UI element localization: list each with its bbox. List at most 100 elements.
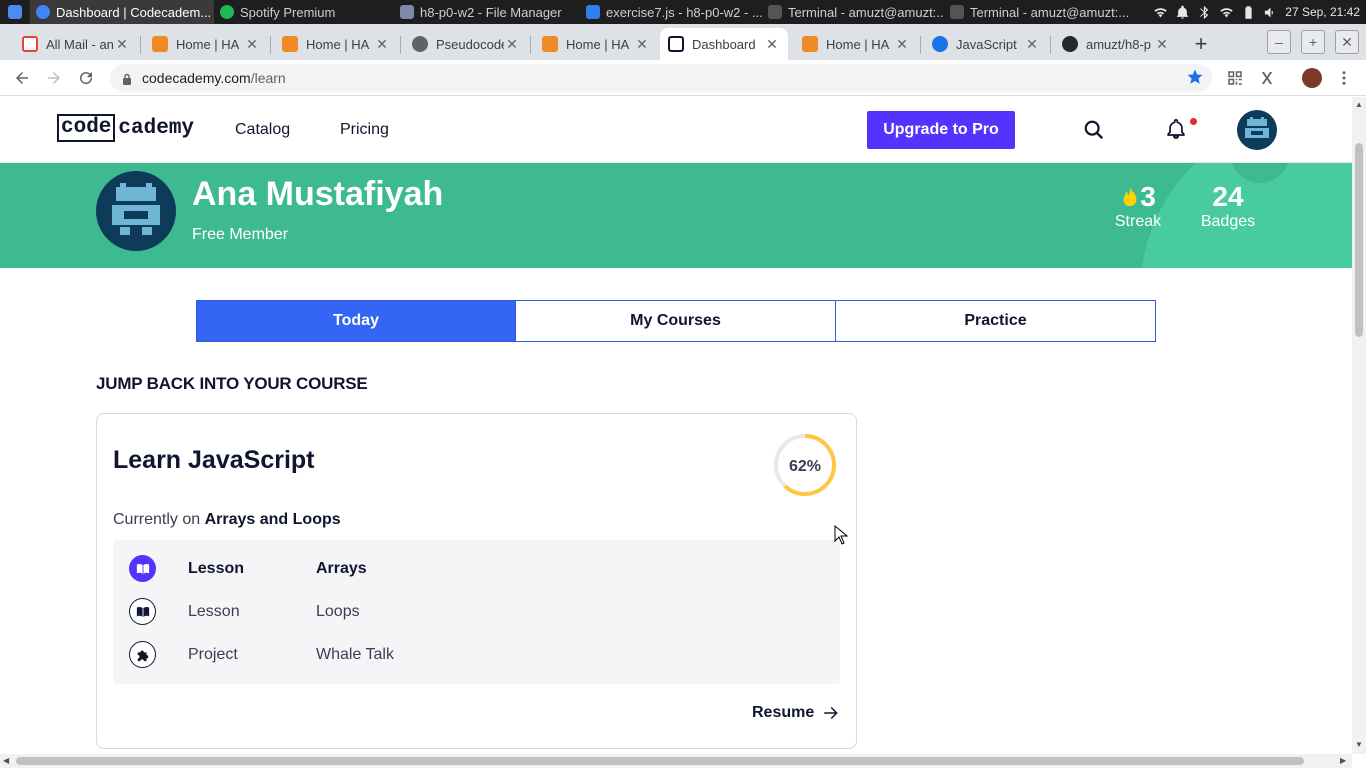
lesson-item-loops[interactable]: Lesson Loops xyxy=(113,594,840,630)
close-tab-icon[interactable]: ✕ xyxy=(244,36,260,53)
close-tab-icon[interactable]: ✕ xyxy=(374,36,390,53)
flame-icon xyxy=(1123,186,1137,207)
qr-code-icon xyxy=(1228,71,1242,85)
hacktiv8-icon xyxy=(802,36,818,52)
tab-divider xyxy=(140,36,141,54)
close-tab-icon[interactable]: ✕ xyxy=(894,36,910,53)
vertical-scrollbar[interactable]: ▲ ▼ xyxy=(1352,97,1366,754)
arrow-right-icon xyxy=(824,707,838,719)
lesson-list: Lesson Arrays Lesson Loops Project Whale… xyxy=(113,540,840,684)
bluetooth-icon[interactable] xyxy=(1197,5,1212,20)
logo-cademy-text: cademy xyxy=(118,116,195,140)
minimize-window-button[interactable]: – xyxy=(1267,30,1291,54)
badges-label: Badges xyxy=(1200,213,1256,230)
address-bar[interactable]: codecademy.com/learn xyxy=(110,64,1212,92)
qr-extension-button[interactable] xyxy=(1223,66,1247,90)
tab-my-courses[interactable]: My Courses xyxy=(515,300,836,342)
wifi-icon[interactable] xyxy=(1153,5,1168,20)
scroll-down-icon[interactable]: ▼ xyxy=(1355,740,1363,749)
taskbar-window-2[interactable]: h8-p0-w2 - File Manager xyxy=(394,0,580,24)
tab-today[interactable]: Today xyxy=(196,300,516,342)
back-button[interactable] xyxy=(10,66,34,90)
tab-title: Home | HA xyxy=(176,36,240,52)
tab-practice[interactable]: Practice xyxy=(835,300,1156,342)
reload-icon xyxy=(80,72,93,85)
close-tab-icon[interactable]: ✕ xyxy=(504,36,520,53)
battery-icon[interactable] xyxy=(1241,5,1256,20)
minimize-icon: – xyxy=(1275,34,1283,50)
scroll-right-icon[interactable]: ▶ xyxy=(1340,756,1346,765)
profile-avatar-large[interactable] xyxy=(96,171,176,251)
close-tab-icon[interactable]: ✕ xyxy=(1024,36,1040,53)
scroll-left-icon[interactable]: ◀ xyxy=(3,756,9,765)
new-tab-button[interactable]: + xyxy=(1186,28,1216,60)
resume-button[interactable]: Resume xyxy=(752,704,840,722)
lesson-item-arrays[interactable]: Lesson Arrays xyxy=(113,551,840,587)
browser-tab-6[interactable]: Home | HA ✕ xyxy=(794,28,918,60)
reload-button[interactable] xyxy=(74,66,98,90)
section-heading: JUMP BACK INTO YOUR COURSE xyxy=(96,374,368,393)
codecademy-logo[interactable]: code cademy xyxy=(57,114,194,142)
taskbar-window-label: h8-p0-w2 - File Manager xyxy=(420,4,562,20)
user-avatar-button[interactable] xyxy=(1237,110,1277,150)
profile-button[interactable] xyxy=(1300,66,1324,90)
nav-catalog[interactable]: Catalog xyxy=(235,121,290,139)
search-icon[interactable] xyxy=(1083,119,1105,146)
url-host: codecademy.com xyxy=(142,70,251,86)
tab-title: Dashboard xyxy=(692,36,756,52)
horizontal-scrollbar[interactable]: ◀ ▶ xyxy=(0,754,1352,768)
robot-avatar-icon xyxy=(112,183,160,235)
close-icon: ✕ xyxy=(1341,33,1353,50)
close-tab-icon[interactable]: ✕ xyxy=(1154,36,1170,53)
scrollbar-thumb[interactable] xyxy=(1355,143,1363,337)
browser-tab-3[interactable]: Pseudocode ✕ xyxy=(404,28,528,60)
bookmark-star-icon[interactable] xyxy=(1186,68,1204,89)
nav-pricing[interactable]: Pricing xyxy=(340,121,389,139)
taskbar-window-5[interactable]: Terminal - amuzt@amuzt:... xyxy=(944,0,1130,24)
browser-tab-7[interactable]: JavaScript ✕ xyxy=(924,28,1048,60)
scrollbar-thumb[interactable] xyxy=(16,757,1304,765)
taskbar-window-4[interactable]: Terminal - amuzt@amuzt:... xyxy=(762,0,944,24)
tab-divider xyxy=(400,36,401,54)
os-menu-button[interactable] xyxy=(0,0,30,24)
profile-name: Ana Mustafiyah xyxy=(192,175,444,213)
browser-tab-strip: All Mail - an ✕ Home | HA ✕ Home | HA ✕ … xyxy=(0,24,1366,60)
browser-tab-4[interactable]: Home | HA ✕ xyxy=(534,28,658,60)
close-window-button[interactable]: ✕ xyxy=(1335,30,1359,54)
browser-toolbar: codecademy.com/learn xyxy=(0,60,1366,96)
taskbar-window-0[interactable]: Dashboard | Codecadem... xyxy=(30,0,214,24)
maximize-window-button[interactable]: + xyxy=(1301,30,1325,54)
streak-stat[interactable]: 3 Streak xyxy=(1110,181,1166,231)
notifications-bell-icon[interactable] xyxy=(1165,118,1187,145)
close-tab-icon[interactable]: ✕ xyxy=(114,36,130,53)
forward-button[interactable] xyxy=(42,66,66,90)
network-icon[interactable] xyxy=(1219,5,1234,20)
browser-tab-1[interactable]: Home | HA ✕ xyxy=(144,28,268,60)
taskbar-window-label: exercise7.js - h8-p0-w2 - ... xyxy=(606,4,762,20)
scroll-up-icon[interactable]: ▲ xyxy=(1355,100,1363,109)
resume-label: Resume xyxy=(752,704,815,721)
taskbar-window-3[interactable]: exercise7.js - h8-p0-w2 - ... xyxy=(580,0,762,24)
tab-title: JavaScript xyxy=(956,36,1017,52)
tab-title: Home | HA xyxy=(566,36,630,52)
notification-bell-icon[interactable] xyxy=(1175,5,1190,20)
browser-menu-button[interactable] xyxy=(1332,66,1356,90)
course-title[interactable]: Learn JavaScript xyxy=(113,446,315,475)
plus-icon: + xyxy=(1194,31,1208,56)
close-tab-icon[interactable]: ✕ xyxy=(764,36,780,53)
close-tab-icon[interactable]: ✕ xyxy=(634,36,650,53)
system-clock[interactable]: 27 Sep, 21:42 xyxy=(1285,5,1360,19)
browser-tab-0[interactable]: All Mail - an ✕ xyxy=(14,28,138,60)
taskbar-window-1[interactable]: Spotify Premium xyxy=(214,0,394,24)
upgrade-to-pro-button[interactable]: Upgrade to Pro xyxy=(867,111,1015,149)
x-extension-button[interactable] xyxy=(1255,66,1279,90)
project-item-whale-talk[interactable]: Project Whale Talk xyxy=(113,637,840,673)
badges-stat[interactable]: 24 Badges xyxy=(1196,181,1260,231)
taskbar-window-label: Spotify Premium xyxy=(240,4,336,20)
volume-icon[interactable] xyxy=(1263,5,1278,20)
os-taskbar: Dashboard | Codecadem... Spotify Premium… xyxy=(0,0,1366,24)
terminal-icon xyxy=(768,5,782,19)
browser-tab-5-active[interactable]: Dashboard ✕ xyxy=(660,28,788,60)
browser-tab-8[interactable]: amuzt/h8-p ✕ xyxy=(1054,28,1178,60)
browser-tab-2[interactable]: Home | HA ✕ xyxy=(274,28,398,60)
